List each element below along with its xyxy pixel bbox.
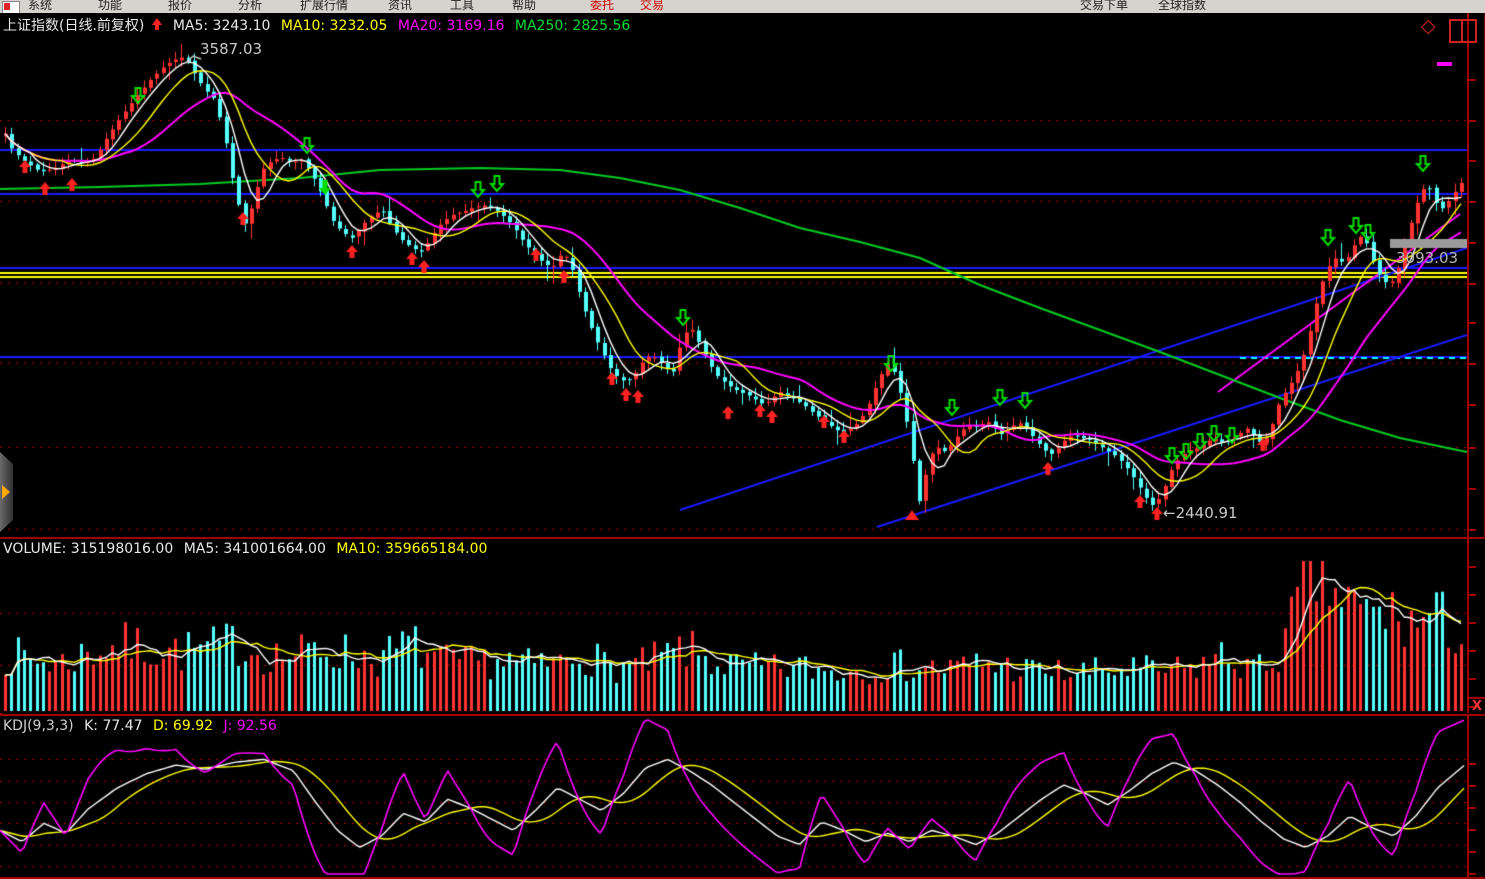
volume-title-row: VOLUME: 315198016.00 MA5: 341001664.00 M… [3,541,493,557]
volume-chart-canvas[interactable] [0,539,1467,713]
menu-item-6[interactable]: 工具 [450,0,474,13]
axis-tick [1469,447,1476,449]
trough-price-annotation: ←2440.91 [1163,504,1238,522]
axis-tick [1469,404,1476,406]
axis-tick [1469,594,1476,596]
volume-readout: VOLUME: 315198016.00 [3,541,173,557]
main-price-chart-canvas[interactable] [0,13,1467,537]
axis-tick [1469,242,1476,244]
ma5-readout: MA5: 3243.10 [173,18,271,34]
ma250-readout: MA250: 2825.56 [515,18,630,34]
axis-tick [1469,678,1476,680]
kdj-j-readout: J: 92.56 [223,718,276,734]
kdj-chart-canvas[interactable] [0,716,1467,877]
axis-tick [1469,160,1476,162]
volume-ma5-readout: MA5: 341001664.00 [184,541,326,557]
menu-item-7[interactable]: 帮助 [512,0,536,13]
trading-terminal-window: 系统 功能 报价 分析 扩展行情 资讯 工具 帮助 委托 交易 交易下单 全球指数 上证指数(日线.前… [0,0,1485,879]
menu-item-2[interactable]: 报价 [168,0,192,13]
kdj-label: KDJ(9,3,3) [3,718,74,734]
menu-item-9[interactable]: 交易 [640,0,664,13]
trend-up-arrow-icon [152,18,162,31]
close-indicator-button[interactable]: X [1467,697,1485,713]
axis-tick [1469,829,1476,831]
menu-item-4[interactable]: 扩展行情 [300,0,348,13]
kdj-title-row: KDJ(9,3,3) K: 77.47 D: 69.92 J: 92.56 [3,718,283,734]
menu-item-0[interactable]: 系统 [28,0,52,13]
menu-item-1[interactable]: 功能 [98,0,122,13]
axis-tick [1469,851,1476,853]
sidebar-expand-handle[interactable] [0,452,13,532]
axis-tick [1469,283,1476,285]
axis-tick [1469,622,1476,624]
axis-tick [1469,322,1476,324]
menu-item-11[interactable]: 全球指数 [1158,0,1206,13]
axis-tick [1469,363,1476,365]
axis-tick [1469,763,1476,765]
volume-axis-strip [1467,539,1485,713]
ma20-readout: MA20: 3169.16 [398,18,505,34]
main-chart-title-row: 上证指数(日线.前复权) MA5: 3243.10 MA10: 3232.05 … [3,15,636,35]
ma10-readout: MA10: 3232.05 [281,18,388,34]
kdj-d-readout: D: 69.92 [153,718,213,734]
chart-title: 上证指数(日线.前复权) [3,18,144,34]
axis-tick [1469,807,1476,809]
diamond-tool-icon[interactable]: ◇ [1421,17,1436,36]
axis-tick [1469,120,1476,122]
menu-item-10[interactable]: 交易下单 [1080,0,1128,13]
menu-item-5[interactable]: 资讯 [388,0,412,13]
menu-item-8[interactable]: 委托 [590,0,614,13]
axis-tick [1469,566,1476,568]
level-price-annotation: 3093.03 [1396,249,1458,267]
price-axis-strip [1467,13,1485,537]
kdj-axis-strip [1467,716,1485,877]
axis-tick [1469,873,1476,875]
axis-tick [1469,785,1476,787]
kdj-k-readout: K: 77.47 [84,718,142,734]
menu-item-3[interactable]: 分析 [238,0,262,13]
axis-tick [1469,650,1476,652]
axis-tick [1469,488,1476,490]
axis-tick [1469,529,1476,531]
split-window-icon[interactable] [1449,19,1477,43]
volume-ma10-readout: MA10: 359665184.00 [336,541,487,557]
peak-price-annotation: 3587.03 [200,40,262,58]
magenta-marker [1437,62,1452,66]
axis-tick [1469,79,1476,81]
axis-tick [1469,201,1476,203]
menubar: 系统 功能 报价 分析 扩展行情 资讯 工具 帮助 委托 交易 交易下单 全球指数 [0,0,1485,14]
